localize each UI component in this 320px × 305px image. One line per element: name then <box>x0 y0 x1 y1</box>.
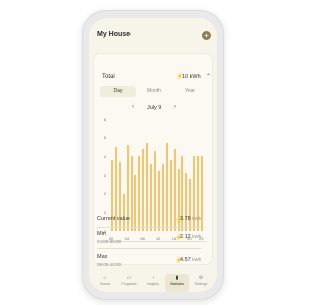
min-value-unit: kWh <box>192 234 202 239</box>
house-title[interactable]: My House <box>97 31 130 38</box>
divider <box>97 248 201 249</box>
y-tick-label: 1 <box>103 209 106 215</box>
min-label: Min <box>97 231 106 237</box>
statistics-icon: ▮ <box>175 275 179 281</box>
y-tick-label: 2 <box>103 191 106 197</box>
nav-house[interactable]: ⌂ House <box>93 274 117 292</box>
current-value-unit: kWh <box>192 216 202 221</box>
y-tick-label: 6 <box>103 116 106 122</box>
max-value-unit: kWh <box>192 257 202 262</box>
period-tabs: Day Month Year <box>100 86 208 97</box>
nav-label: Insights <box>146 282 160 286</box>
y-tick-label: 4 <box>103 153 106 159</box>
y-tick-label: 5 <box>103 135 106 141</box>
nav-label: House <box>99 282 111 286</box>
nav-label: Statistics <box>169 282 184 286</box>
house-icon: ⌂ <box>103 275 107 281</box>
chart-bar[interactable] <box>154 150 157 231</box>
programs-icon: ▭ <box>126 275 132 281</box>
nav-label: Settings <box>194 282 208 286</box>
chart-bar[interactable] <box>169 160 172 231</box>
chart-bar[interactable] <box>150 163 153 231</box>
nav-label: Programs <box>121 282 137 286</box>
chart-bar[interactable] <box>201 156 204 231</box>
min-value-number: 2.12 <box>180 234 191 240</box>
divider <box>97 227 201 228</box>
min-time: 04:00-05:00 <box>97 239 122 244</box>
min-value: 2.12 kWh <box>180 234 201 240</box>
chart-bar[interactable] <box>142 148 145 231</box>
nav-programs[interactable]: ▭ Programs <box>117 274 141 292</box>
chart-bar[interactable] <box>165 143 168 231</box>
total-value: 10 kWh <box>182 74 201 80</box>
prev-date-button[interactable]: ‹ <box>132 104 134 110</box>
nav-settings[interactable]: ⚙ Settings <box>189 274 213 292</box>
nav-statistics[interactable]: ▮ Statistics <box>165 274 189 292</box>
current-value-number: 3.78 <box>180 216 191 222</box>
total-label: Total <box>102 74 115 80</box>
settings-icon: ⚙ <box>198 275 204 281</box>
current-value: 3.78 kWh <box>180 216 201 222</box>
tab-month[interactable]: Month <box>136 86 172 97</box>
top-bar: My House ⌄ + <box>89 18 217 52</box>
date-label: July 9 <box>147 105 162 111</box>
chart-bar[interactable] <box>146 143 149 231</box>
chart-bar[interactable] <box>189 178 192 231</box>
nav-insights[interactable]: ◔ Insights <box>141 274 165 292</box>
max-value: 4.57 kWh <box>180 257 201 263</box>
next-date-button[interactable]: › <box>174 104 176 110</box>
chart-bar[interactable] <box>157 171 160 231</box>
max-time: 09:00-10:00 <box>97 262 122 267</box>
chart-bar[interactable] <box>134 175 137 231</box>
tab-year[interactable]: Year <box>172 86 208 97</box>
chart-bar[interactable] <box>122 193 125 231</box>
add-button[interactable]: + <box>202 31 211 40</box>
max-label: Max <box>97 254 108 260</box>
chevron-down-icon[interactable]: ⌄ <box>127 30 132 37</box>
insights-icon: ◔ <box>151 275 155 281</box>
chart-bar[interactable] <box>130 156 133 231</box>
max-value-number: 4.57 <box>180 257 191 263</box>
y-tick-label: 3 <box>103 172 106 178</box>
chart-bar[interactable] <box>185 173 188 231</box>
chevron-up-icon[interactable]: ⌃ <box>206 73 211 80</box>
bottom-nav: ⌂ House ▭ Programs ◔ Insights ▮ Statisti… <box>89 274 217 292</box>
app-screen: My House ⌄ + Total ⚡ 10 kWh ⌃ Day Month … <box>89 18 217 292</box>
tab-day[interactable]: Day <box>100 86 136 97</box>
energy-card: Total ⚡ 10 kWh ⌃ Day Month Year ‹ July 9… <box>94 54 212 264</box>
chart-bar[interactable] <box>138 156 141 231</box>
current-value-label: Current value <box>97 216 131 222</box>
chart-bar[interactable] <box>161 163 164 231</box>
